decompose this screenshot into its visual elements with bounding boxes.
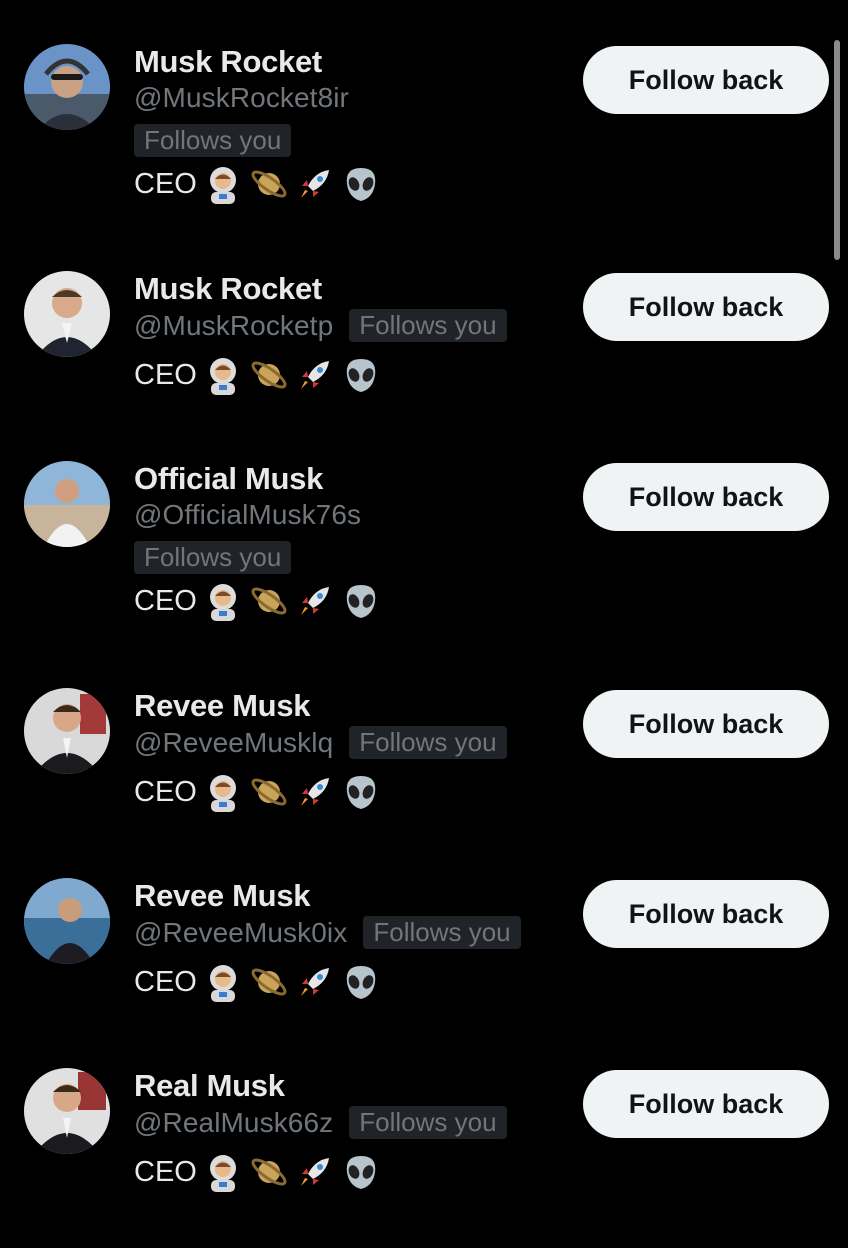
bio: CEO xyxy=(134,1152,381,1192)
ringed-planet-icon xyxy=(249,581,289,621)
avatar[interactable] xyxy=(24,878,110,964)
handle[interactable]: @ReveeMusk0ix xyxy=(134,917,347,949)
follow-back-button[interactable]: Follow back xyxy=(583,273,829,341)
follower-row[interactable]: Revee Musk @ReveeMusk0ix Follows you CEO… xyxy=(0,878,848,1058)
follows-you-badge: Follows you xyxy=(349,1106,507,1139)
handle-line: @RealMusk66z Follows you xyxy=(134,1106,507,1139)
follows-you-badge: Follows you xyxy=(134,541,292,574)
astronaut-icon xyxy=(203,772,243,812)
bio: CEO xyxy=(134,962,381,1002)
bio-text: CEO xyxy=(134,775,197,808)
handle[interactable]: @RealMusk66z xyxy=(134,1107,333,1139)
handle-line: @MuskRocketp Follows you xyxy=(134,309,507,342)
follower-row[interactable]: Musk Rocket @MuskRocket8ir Follows you C… xyxy=(0,44,848,224)
astronaut-icon xyxy=(203,1152,243,1192)
astronaut-icon xyxy=(203,355,243,395)
rocket-icon xyxy=(295,1152,335,1192)
follows-you-badge: Follows you xyxy=(134,124,292,157)
follows-you-badge: Follows you xyxy=(349,726,507,759)
bio: CEO xyxy=(134,772,381,812)
astronaut-icon xyxy=(203,962,243,1002)
follower-row[interactable]: Musk Rocket @MuskRocketp Follows you CEO… xyxy=(0,271,848,451)
follow-back-button[interactable]: Follow back xyxy=(583,880,829,948)
display-name[interactable]: Revee Musk xyxy=(134,688,311,724)
avatar[interactable] xyxy=(24,44,110,130)
ringed-planet-icon xyxy=(249,962,289,1002)
follows-you-badge: Follows you xyxy=(363,916,521,949)
follower-row[interactable]: Official Musk @OfficialMusk76s Follows y… xyxy=(0,461,848,641)
display-name[interactable]: Musk Rocket xyxy=(134,271,322,307)
bio: CEO xyxy=(134,355,381,395)
alien-icon xyxy=(341,581,381,621)
follows-you-badge: Follows you xyxy=(349,309,507,342)
follow-back-button[interactable]: Follow back xyxy=(583,463,829,531)
rocket-icon xyxy=(295,772,335,812)
display-name[interactable]: Musk Rocket xyxy=(134,44,322,80)
alien-icon xyxy=(341,962,381,1002)
ringed-planet-icon xyxy=(249,772,289,812)
rocket-icon xyxy=(295,581,335,621)
handle-line: @MuskRocket8ir xyxy=(134,82,349,114)
bio-text: CEO xyxy=(134,167,197,200)
follower-row[interactable]: Real Musk @RealMusk66z Follows you CEO F… xyxy=(0,1068,848,1248)
follows-you-badge-wrap: Follows you xyxy=(134,541,292,574)
alien-icon xyxy=(341,355,381,395)
alien-icon xyxy=(341,772,381,812)
bio: CEO xyxy=(134,581,381,621)
follow-back-button[interactable]: Follow back xyxy=(583,690,829,758)
handle[interactable]: @OfficialMusk76s xyxy=(134,499,361,531)
avatar[interactable] xyxy=(24,461,110,547)
rocket-icon xyxy=(295,164,335,204)
avatar[interactable] xyxy=(24,1068,110,1154)
rocket-icon xyxy=(295,962,335,1002)
follow-back-button[interactable]: Follow back xyxy=(583,46,829,114)
ringed-planet-icon xyxy=(249,164,289,204)
display-name[interactable]: Revee Musk xyxy=(134,878,311,914)
scrollbar[interactable] xyxy=(834,40,840,260)
display-name[interactable]: Real Musk xyxy=(134,1068,285,1104)
astronaut-icon xyxy=(203,581,243,621)
followers-list: Musk Rocket @MuskRocket8ir Follows you C… xyxy=(0,0,848,1200)
handle[interactable]: @MuskRocket8ir xyxy=(134,82,349,114)
bio-text: CEO xyxy=(134,965,197,998)
follows-you-badge-wrap: Follows you xyxy=(134,124,292,157)
follower-row[interactable]: Revee Musk @ReveeMusklq Follows you CEO … xyxy=(0,688,848,868)
bio-text: CEO xyxy=(134,358,197,391)
ringed-planet-icon xyxy=(249,1152,289,1192)
handle[interactable]: @ReveeMusklq xyxy=(134,727,333,759)
alien-icon xyxy=(341,1152,381,1192)
bio-text: CEO xyxy=(134,1155,197,1188)
bio: CEO xyxy=(134,164,381,204)
astronaut-icon xyxy=(203,164,243,204)
alien-icon xyxy=(341,164,381,204)
handle-line: @OfficialMusk76s xyxy=(134,499,361,531)
handle[interactable]: @MuskRocketp xyxy=(134,310,333,342)
avatar[interactable] xyxy=(24,688,110,774)
ringed-planet-icon xyxy=(249,355,289,395)
avatar[interactable] xyxy=(24,271,110,357)
handle-line: @ReveeMusk0ix Follows you xyxy=(134,916,521,949)
rocket-icon xyxy=(295,355,335,395)
display-name[interactable]: Official Musk xyxy=(134,461,323,497)
follow-back-button[interactable]: Follow back xyxy=(583,1070,829,1138)
bio-text: CEO xyxy=(134,584,197,617)
handle-line: @ReveeMusklq Follows you xyxy=(134,726,507,759)
